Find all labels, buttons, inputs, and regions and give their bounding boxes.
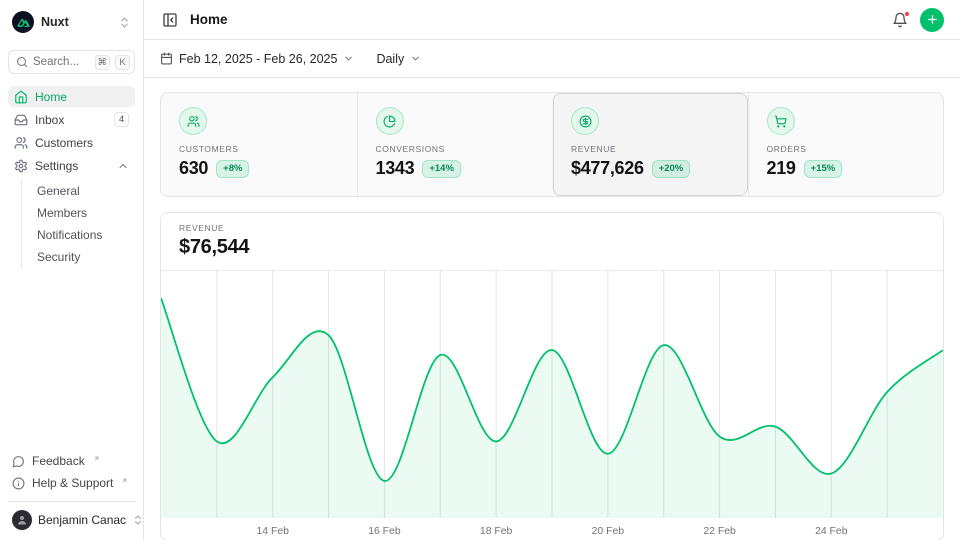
svg-text:18 Feb: 18 Feb bbox=[480, 526, 513, 537]
dollar-circle-icon bbox=[571, 107, 599, 135]
home-icon bbox=[14, 90, 28, 104]
sidebar: Nuxt Search... ⌘ K Home bbox=[0, 0, 144, 540]
workspace-switcher[interactable]: Nuxt bbox=[8, 8, 135, 36]
app: Nuxt Search... ⌘ K Home bbox=[0, 0, 960, 540]
period-label: Daily bbox=[376, 52, 404, 66]
sidebar-item-customers[interactable]: Customers bbox=[8, 132, 135, 153]
stat-value: 630 bbox=[179, 158, 208, 179]
users-icon bbox=[179, 107, 207, 135]
sidebar-item-label: Customers bbox=[35, 136, 129, 150]
delta-badge: +14% bbox=[422, 160, 461, 178]
sidebar-nav: Home Inbox 4 Customers Settings bbox=[8, 86, 135, 268]
sidebar-item-security[interactable]: Security bbox=[22, 246, 135, 268]
stat-conversions[interactable]: CONVERSIONS 1343 +14% bbox=[357, 93, 553, 196]
external-link-icon bbox=[121, 477, 128, 484]
stat-label: CONVERSIONS bbox=[376, 144, 535, 154]
gear-icon bbox=[14, 159, 28, 173]
feedback-label: Feedback bbox=[32, 454, 85, 468]
sidebar-item-label: Settings bbox=[35, 159, 110, 173]
search-icon bbox=[16, 56, 28, 68]
svg-text:24 Feb: 24 Feb bbox=[815, 526, 848, 537]
sidebar-item-notifications[interactable]: Notifications bbox=[22, 224, 135, 246]
revenue-chart-card: REVENUE $76,544 14 Feb 16 Feb 18 Feb 20 Feb… bbox=[160, 212, 944, 540]
help-support-label: Help & Support bbox=[32, 476, 113, 490]
stat-value: 219 bbox=[767, 158, 796, 179]
chevrons-up-down-icon bbox=[132, 514, 144, 526]
chart-metric-value: $76,544 bbox=[179, 236, 925, 259]
period-select[interactable]: Daily bbox=[376, 52, 421, 66]
stat-revenue[interactable]: REVENUE $477,626 +20% bbox=[552, 93, 748, 196]
add-button[interactable] bbox=[920, 8, 944, 32]
search-input[interactable]: Search... ⌘ K bbox=[8, 50, 135, 74]
nuxt-logo-icon bbox=[12, 11, 34, 33]
toolbar: Feb 12, 2025 - Feb 26, 2025 Daily bbox=[144, 40, 960, 78]
kbd-meta: ⌘ bbox=[95, 55, 111, 70]
external-link-icon bbox=[93, 455, 100, 462]
sidebar-item-home[interactable]: Home bbox=[8, 86, 135, 107]
search-placeholder: Search... bbox=[33, 56, 90, 68]
cart-icon bbox=[767, 107, 795, 135]
pie-chart-icon bbox=[376, 107, 404, 135]
plus-icon bbox=[926, 13, 939, 26]
inbox-icon bbox=[14, 113, 28, 127]
main-panel: Home Feb 12, 2025 - Feb 26, 2025 Daily bbox=[144, 0, 960, 540]
svg-text:14 Feb: 14 Feb bbox=[257, 526, 290, 537]
content: CUSTOMERS 630 +8% CONVERSIONS 1343 +14% bbox=[144, 78, 960, 540]
stat-label: CUSTOMERS bbox=[179, 144, 339, 154]
sidebar-item-members[interactable]: Members bbox=[22, 202, 135, 224]
stat-orders[interactable]: ORDERS 219 +15% bbox=[748, 93, 944, 196]
stat-customers[interactable]: CUSTOMERS 630 +8% bbox=[161, 93, 357, 196]
chart-header: REVENUE $76,544 bbox=[161, 213, 943, 271]
stat-value: $477,626 bbox=[571, 158, 644, 179]
panel-left-close-icon bbox=[162, 12, 178, 28]
stat-label: ORDERS bbox=[767, 144, 926, 154]
delta-badge: +8% bbox=[216, 160, 249, 178]
avatar bbox=[12, 510, 32, 530]
chevron-down-icon bbox=[343, 53, 354, 64]
date-range-picker[interactable]: Feb 12, 2025 - Feb 26, 2025 bbox=[160, 52, 354, 66]
sidebar-item-inbox[interactable]: Inbox 4 bbox=[8, 109, 135, 130]
sidebar-item-settings[interactable]: Settings bbox=[8, 155, 135, 176]
users-icon bbox=[14, 136, 28, 150]
date-range-label: Feb 12, 2025 - Feb 26, 2025 bbox=[179, 52, 337, 66]
help-support-link[interactable]: Help & Support bbox=[8, 472, 135, 494]
header: Home bbox=[144, 0, 960, 40]
message-circle-icon bbox=[12, 455, 25, 468]
chevron-down-icon bbox=[410, 53, 421, 64]
user-menu[interactable]: Benjamin Canac bbox=[8, 501, 135, 532]
settings-subnav: General Members Notifications Security bbox=[21, 180, 135, 268]
chevrons-up-down-icon bbox=[118, 16, 131, 29]
inbox-count-badge: 4 bbox=[114, 112, 129, 127]
svg-text:22 Feb: 22 Feb bbox=[703, 526, 736, 537]
collapse-sidebar-button[interactable] bbox=[160, 10, 180, 30]
user-name: Benjamin Canac bbox=[38, 513, 126, 527]
sidebar-item-label: Inbox bbox=[35, 113, 107, 127]
chart-metric-label: REVENUE bbox=[179, 223, 925, 233]
stats-grid: CUSTOMERS 630 +8% CONVERSIONS 1343 +14% bbox=[160, 92, 944, 197]
svg-text:16 Feb: 16 Feb bbox=[368, 526, 401, 537]
feedback-link[interactable]: Feedback bbox=[8, 450, 135, 472]
sidebar-item-general[interactable]: General bbox=[22, 180, 135, 202]
stat-label: REVENUE bbox=[571, 144, 730, 154]
sidebar-spacer bbox=[8, 268, 135, 450]
chevron-up-icon bbox=[117, 160, 129, 172]
kbd-k: K bbox=[115, 55, 130, 70]
svg-text:20 Feb: 20 Feb bbox=[592, 526, 625, 537]
delta-badge: +20% bbox=[652, 160, 691, 178]
calendar-icon bbox=[160, 52, 173, 65]
revenue-area-chart[interactable]: 14 Feb 16 Feb 18 Feb 20 Feb 22 Feb 24 Feb bbox=[161, 271, 943, 540]
info-circle-icon bbox=[12, 477, 25, 490]
stat-value: 1343 bbox=[376, 158, 415, 179]
delta-badge: +15% bbox=[804, 160, 843, 178]
sidebar-item-label: Home bbox=[35, 90, 129, 104]
notification-dot bbox=[904, 11, 910, 17]
notifications-button[interactable] bbox=[890, 10, 910, 30]
workspace-name: Nuxt bbox=[41, 15, 111, 29]
page-title: Home bbox=[190, 12, 880, 27]
